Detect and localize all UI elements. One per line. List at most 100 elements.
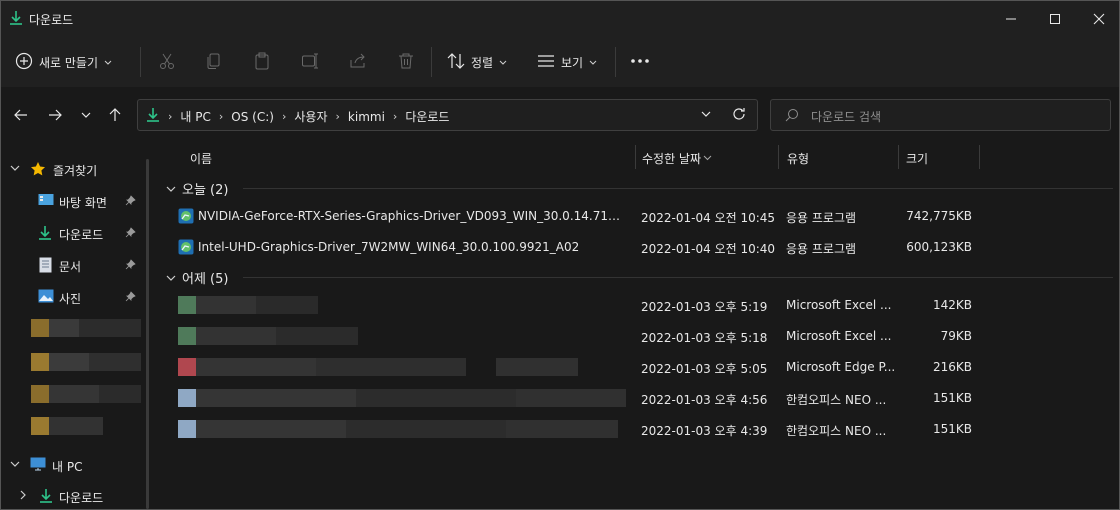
redacted-nav-item[interactable] [31, 319, 141, 337]
group-header-yesterday[interactable]: 어제 (5) [161, 266, 1119, 288]
nav-label: 문서 [59, 260, 82, 274]
file-type: 한컴오피스 NEO ... [786, 424, 887, 438]
new-button-label: 새로 만들기 [39, 55, 99, 70]
nav-item-documents[interactable]: 문서 [1, 251, 146, 279]
chevron-down-icon [166, 272, 176, 287]
group-header-today[interactable]: 오늘 (2) [161, 177, 1119, 199]
plus-circle-icon [15, 52, 33, 73]
search-box[interactable]: 다운로드 검색 [770, 99, 1111, 131]
redacted-nav-item[interactable] [31, 385, 141, 403]
paste-icon[interactable] [252, 51, 272, 71]
chevron-right-icon [18, 489, 28, 503]
computer-icon [30, 457, 46, 474]
column-size[interactable]: 크기 [906, 150, 928, 167]
column-divider[interactable] [979, 145, 980, 169]
crumb-downloads[interactable]: 다운로드 [405, 108, 449, 125]
picture-icon [38, 289, 54, 306]
nav-scrollbar[interactable] [146, 159, 149, 509]
nav-item-pc-downloads[interactable]: 다운로드 [1, 482, 146, 509]
file-size: 742,775KB [906, 209, 972, 223]
file-name: NVIDIA-GeForce-RTX-Series-Graphics-Drive… [198, 209, 626, 223]
file-size: 216KB [932, 360, 972, 374]
crumb-this-pc[interactable]: 내 PC [180, 108, 210, 125]
search-input[interactable]: 다운로드 검색 [811, 108, 881, 125]
nav-label: 즐겨찾기 [53, 164, 98, 178]
column-divider[interactable] [898, 145, 899, 169]
close-button[interactable] [1076, 1, 1119, 37]
new-button[interactable]: 새로 만들기 [15, 49, 112, 75]
more-options-icon[interactable] [630, 51, 650, 71]
file-size: 600,123KB [906, 240, 972, 254]
nav-item-desktop[interactable]: 바탕 화면 [1, 187, 146, 215]
sort-caret-icon [703, 150, 712, 164]
file-row[interactable]: 2022-01-03 오후 4:56 한컴오피스 NEO ... 151KB [161, 384, 1119, 412]
column-divider[interactable] [635, 145, 636, 169]
chevron-right-icon: › [168, 110, 173, 123]
up-button[interactable] [105, 105, 125, 125]
window-title: 다운로드 [29, 13, 74, 27]
chevron-right-icon: › [392, 110, 398, 123]
download-icon [39, 488, 53, 507]
column-type[interactable]: 유형 [787, 150, 809, 167]
redacted-nav-item[interactable] [31, 353, 141, 371]
chevron-down-icon [104, 55, 112, 69]
crumb-user[interactable]: kimmi [348, 110, 385, 124]
toolbar-divider [431, 47, 432, 77]
nav-this-pc[interactable]: 내 PC [1, 451, 146, 479]
file-row[interactable]: Intel-UHD-Graphics-Driver_7W2MW_WIN64_30… [161, 233, 1119, 261]
file-row[interactable]: 2022-01-03 오후 4:39 한컴오피스 NEO ... 151KB [161, 415, 1119, 443]
chevron-down-icon [10, 458, 20, 472]
crumb-users[interactable]: 사용자 [294, 108, 327, 125]
address-dropdown-icon[interactable] [700, 108, 712, 123]
minimize-button[interactable] [988, 1, 1034, 37]
delete-icon[interactable] [396, 51, 416, 71]
download-icon [38, 225, 52, 244]
file-type: 한컴오피스 NEO ... [786, 393, 887, 407]
group-label: 어제 (5) [182, 272, 229, 287]
back-button[interactable] [11, 105, 31, 125]
cut-icon[interactable] [157, 51, 177, 71]
column-divider[interactable] [778, 145, 779, 169]
column-headers: 이름 수정한 날짜 유형 크기 [161, 141, 1119, 173]
download-icon [9, 10, 23, 29]
file-date: 2022-01-03 오후 5:19 [641, 300, 768, 314]
nav-item-pictures[interactable]: 사진 [1, 283, 146, 311]
pin-icon [125, 259, 136, 273]
rename-icon[interactable] [300, 51, 320, 71]
file-size: 142KB [932, 298, 972, 312]
forward-button[interactable] [45, 105, 65, 125]
view-button[interactable]: 보기 [537, 49, 597, 75]
pin-icon [125, 291, 136, 305]
share-icon[interactable] [348, 51, 368, 71]
file-date: 2022-01-04 오전 10:45 [641, 211, 776, 225]
nav-label: 바탕 화면 [59, 196, 107, 210]
sort-button[interactable]: 정렬 [447, 49, 507, 75]
nav-item-downloads[interactable]: 다운로드 [1, 219, 146, 247]
redacted-nav-item[interactable] [31, 417, 103, 435]
address-bar[interactable]: › 내 PC › OS (C:) › 사용자 › kimmi › 다운로드 [137, 99, 758, 131]
nav-quick-access[interactable]: 즐겨찾기 [1, 155, 146, 183]
file-row[interactable]: NVIDIA-GeForce-RTX-Series-Graphics-Drive… [161, 202, 1119, 230]
file-row[interactable]: 2022-01-03 오후 5:19 Microsoft Excel ... 1… [161, 291, 1119, 319]
sort-icon [447, 52, 465, 72]
maximize-button[interactable] [1032, 1, 1078, 37]
file-size: 151KB [932, 422, 972, 436]
chevron-right-icon: › [335, 110, 340, 123]
installer-app-icon [178, 208, 194, 227]
refresh-icon[interactable] [732, 107, 746, 124]
navigation-pane: 즐겨찾기 바탕 화면 다운로드 문서 사진 내 PC 다운로드 [1, 151, 161, 509]
installer-app-icon [178, 239, 194, 258]
column-date[interactable]: 수정한 날짜 [642, 150, 701, 167]
crumb-drive[interactable]: OS (C:) [231, 110, 274, 124]
chevron-down-icon [10, 162, 20, 176]
recent-locations-button[interactable] [76, 105, 96, 125]
copy-icon[interactable] [204, 51, 224, 71]
file-size: 151KB [932, 391, 972, 405]
column-name[interactable]: 이름 [190, 150, 212, 167]
chevron-down-icon [499, 55, 507, 69]
file-type: 응용 프로그램 [786, 211, 857, 225]
chevron-down-icon [166, 183, 176, 198]
desktop-icon [38, 193, 54, 210]
file-row[interactable]: 2022-01-03 오후 5:05 Microsoft Edge P... 2… [161, 353, 1119, 381]
file-row[interactable]: 2022-01-03 오후 5:18 Microsoft Excel ... 7… [161, 322, 1119, 350]
